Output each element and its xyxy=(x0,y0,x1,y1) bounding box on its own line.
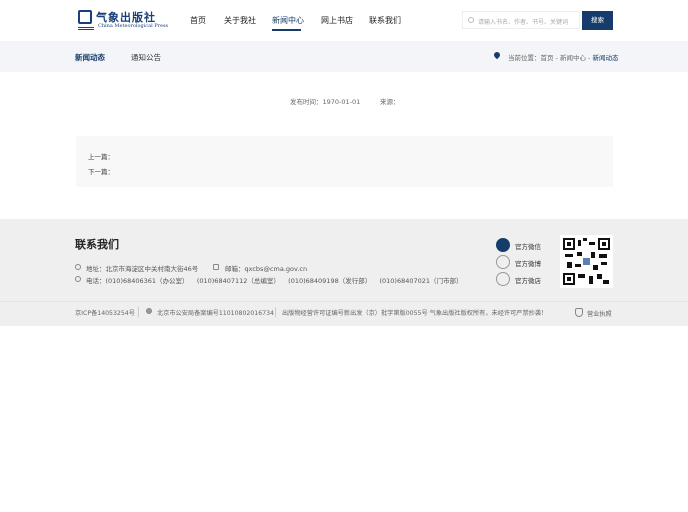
phone-editorial: (010)68407112（总编室） xyxy=(196,277,280,285)
sub-nav: 新闻动态 通知公告 当前位置：首页 - 新闻中心 - 新闻动态 xyxy=(0,41,688,72)
breadcrumb: 当前位置：首页 - 新闻中心 - 新闻动态 xyxy=(508,52,618,62)
email-label: 邮箱： xyxy=(225,265,245,273)
publish-date: 发布时间：1970-01-01 xyxy=(290,96,360,106)
phones: 电话：(010)68406361（办公室） (010)68407112（总编室）… xyxy=(86,275,463,285)
phone-store: (010)68407021（门市部） xyxy=(379,277,463,285)
breadcrumb-home[interactable]: 首页 xyxy=(541,54,554,62)
publish-date-value: 1970-01-01 xyxy=(322,98,361,106)
logo-lines xyxy=(78,27,94,30)
phone-distribution: (010)68409198（发行部） xyxy=(288,277,372,285)
qr-code-image xyxy=(563,238,610,285)
location-icon xyxy=(75,264,81,270)
search-button[interactable]: 搜索 xyxy=(582,11,613,30)
store-icon[interactable] xyxy=(496,272,510,286)
footer: 联系我们 地址：北京市海淀区中关村南大街46号 邮箱：qxcbs@cma.gov… xyxy=(0,219,688,326)
search-placeholder: 请输入书名、作者、书号、关键词 xyxy=(478,19,569,26)
phone-office: (010)68406361（办公室） xyxy=(105,277,189,285)
tab-notices[interactable]: 通知公告 xyxy=(131,52,161,63)
icp-link[interactable]: 京ICP备14053254号 xyxy=(75,308,135,317)
email: 邮箱：qxcbs@cma.gov.cn xyxy=(225,263,307,273)
footer-title: 联系我们 xyxy=(75,238,119,251)
logo-en-text: China Meteorological Press xyxy=(98,23,169,29)
social-wechat[interactable]: 官方微信 xyxy=(515,241,541,251)
separator xyxy=(275,307,276,317)
social-store[interactable]: 官方微店 xyxy=(515,275,541,285)
prev-article-link[interactable]: 上一篇： xyxy=(88,151,114,161)
tab-news[interactable]: 新闻动态 xyxy=(75,52,105,63)
nav-bookstore[interactable]: 网上书店 xyxy=(321,15,353,26)
social-weibo[interactable]: 官方微博 xyxy=(515,258,541,268)
business-license-link[interactable]: 营业执照 xyxy=(587,309,612,318)
logo-emblem-icon xyxy=(78,10,92,24)
location-pin-icon xyxy=(492,50,502,60)
prev-next-box: 上一篇： 下一篇： xyxy=(76,136,613,187)
nav-about[interactable]: 关于我社 xyxy=(224,15,256,26)
nav-news[interactable]: 新闻中心 xyxy=(272,15,304,26)
logo[interactable]: 气象出版社 China Meteorological Press xyxy=(78,9,168,33)
police-badge-icon xyxy=(146,308,152,314)
separator xyxy=(138,307,139,317)
source: 来源： xyxy=(380,98,400,106)
weibo-icon[interactable] xyxy=(496,255,510,269)
license-text: 出版物经营许可证编号新出发（京）批字第版0055号 气象出版社版权所有，未经许可… xyxy=(282,310,548,317)
email-value[interactable]: qxcbs@cma.gov.cn xyxy=(245,265,308,273)
nav-contact[interactable]: 联系我们 xyxy=(369,15,401,26)
active-nav-indicator xyxy=(272,29,301,31)
qr-code xyxy=(560,235,613,288)
publish-label: 发布时间： xyxy=(290,98,323,106)
search-input[interactable]: 请输入书名、作者、书号、关键词 xyxy=(462,11,580,29)
search-icon xyxy=(468,17,474,23)
footer-divider xyxy=(0,301,688,302)
address: 地址：北京市海淀区中关村南大街46号 xyxy=(86,265,199,273)
breadcrumb-news-center[interactable]: 新闻中心 xyxy=(560,54,586,62)
next-article-link[interactable]: 下一篇： xyxy=(88,166,114,176)
wechat-icon[interactable] xyxy=(496,238,510,252)
header: 气象出版社 China Meteorological Press 首页 关于我社… xyxy=(0,0,688,41)
breadcrumb-prefix: 当前位置： xyxy=(508,54,541,62)
nav-home[interactable]: 首页 xyxy=(190,15,206,26)
police-record[interactable]: 北京市公安局备案编号11010802016734 xyxy=(157,308,274,317)
mail-icon xyxy=(213,264,219,270)
phone-label: 电话： xyxy=(86,277,106,285)
shield-icon xyxy=(575,308,583,317)
phone-icon xyxy=(75,276,81,282)
breadcrumb-current: 新闻动态 xyxy=(592,54,619,62)
